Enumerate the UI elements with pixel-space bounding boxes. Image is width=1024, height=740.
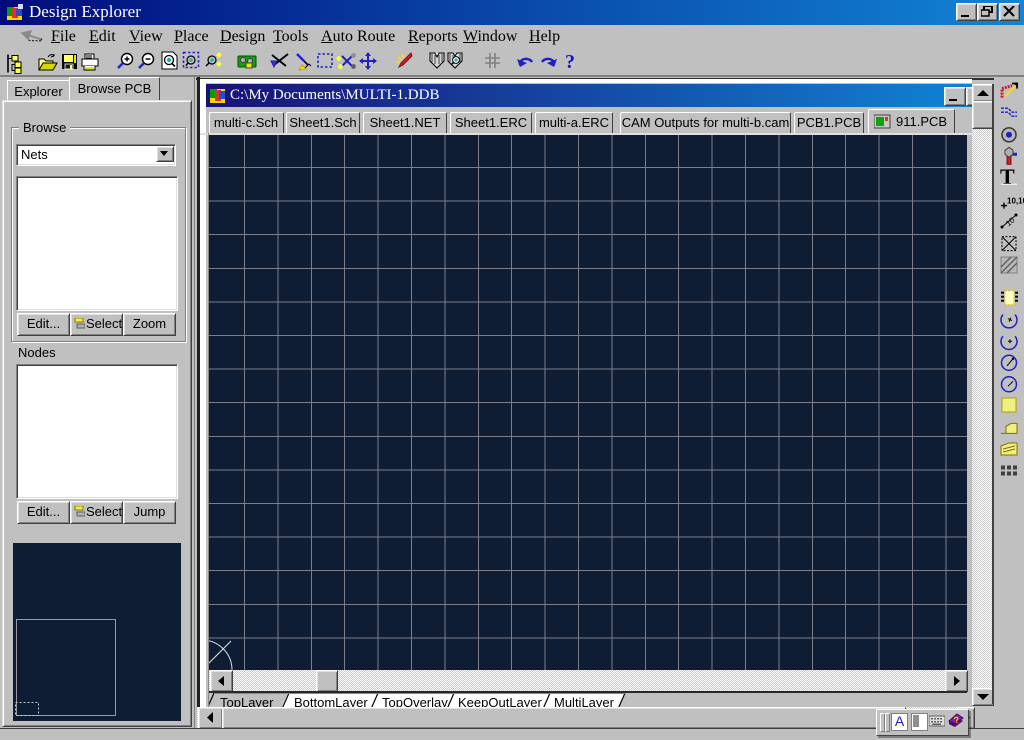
svg-text:10: 10 (1004, 215, 1017, 228)
svg-text:T: T (1000, 164, 1015, 189)
svg-text:10,10: 10,10 (1007, 197, 1024, 206)
